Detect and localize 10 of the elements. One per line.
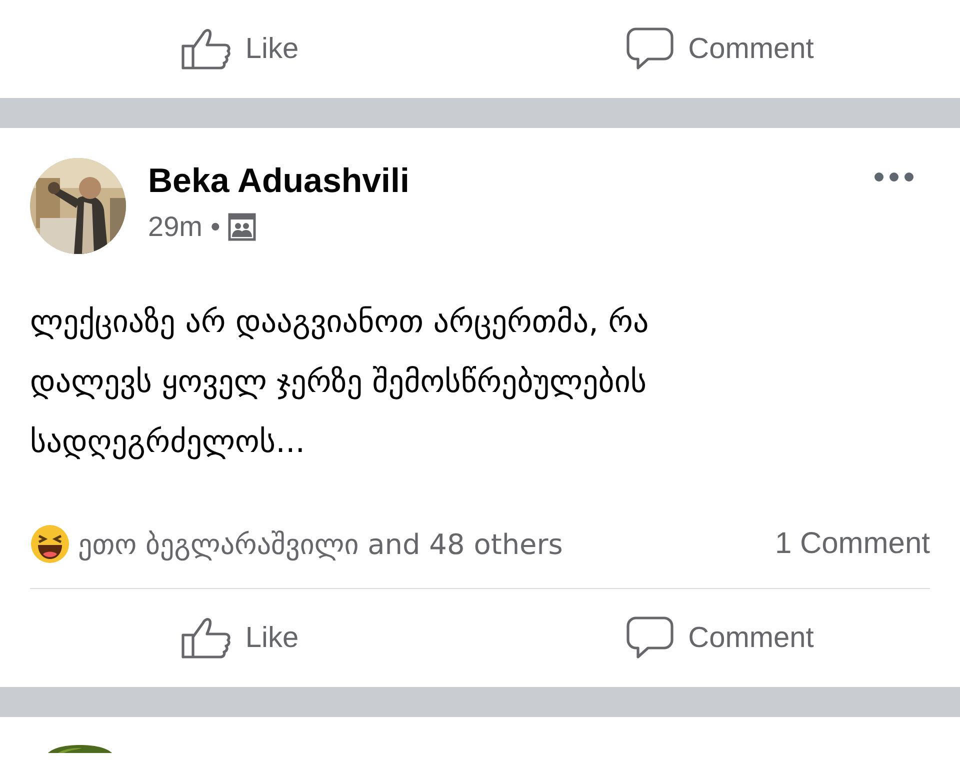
like-button[interactable]: Like — [181, 617, 299, 659]
comment-button[interactable]: Comment — [626, 27, 814, 71]
post-time[interactable]: 29m — [148, 211, 202, 243]
author-name[interactable]: Beka Aduashvili — [148, 162, 410, 201]
post-text: ლექციაზე არ დააგვიანოთ არცერთმა, რა დალევს ყოველ ჯერზე შემოსწრებულების სადღეგრძელოს... — [30, 303, 650, 462]
separator-dot: • — [210, 211, 220, 243]
comment-count[interactable]: 1 Comment — [774, 527, 930, 561]
comment-button[interactable]: Comment — [626, 616, 814, 660]
reaction-names[interactable]: ეთო ბეგლარაშვილი and 48 others — [78, 528, 563, 560]
like-button[interactable]: Like — [181, 28, 299, 70]
